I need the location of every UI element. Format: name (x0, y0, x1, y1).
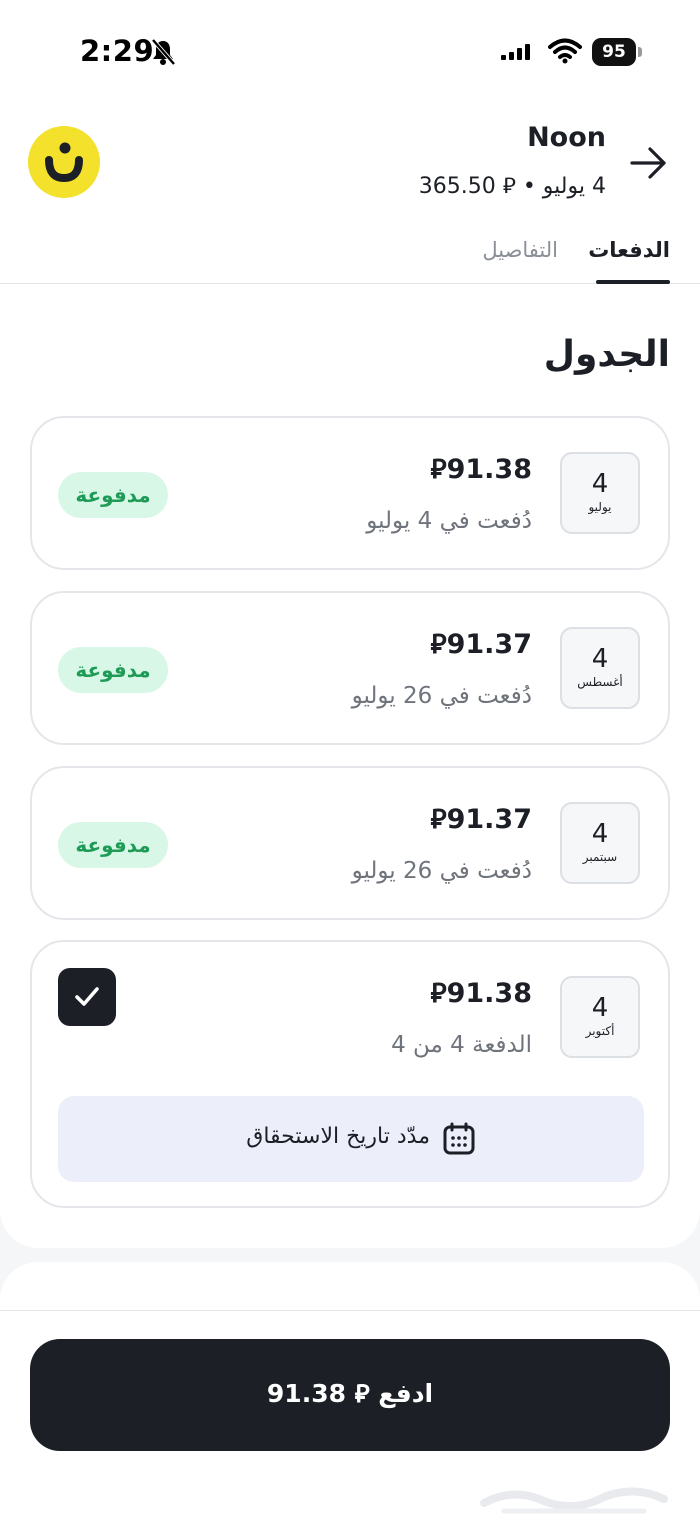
back-arrow-icon[interactable] (628, 142, 670, 184)
checkmark-icon (75, 987, 99, 1006)
bottom-action-bar: ادفع ⃁ 91.38 (0, 1310, 700, 1518)
date-day: 4 (591, 469, 609, 499)
installment-amount: ⃁91.38 (430, 454, 532, 485)
order-summary: 4 يوليو • ⃁ 365.50 (418, 174, 606, 199)
cellular-signal-icon (501, 44, 530, 60)
battery-tip (638, 47, 642, 57)
date-box: 4 أكتوبر (560, 976, 640, 1058)
page-title: الجدول (543, 334, 670, 375)
installment-card: 4 يوليو ⃁91.38 دُفعت في 4 يوليو مدفوعة (30, 416, 670, 570)
tab-details[interactable]: التفاصيل (482, 238, 558, 262)
installment-status-text: دُفعت في 26 يوليو (351, 683, 532, 709)
date-box: 4 يوليو (560, 452, 640, 534)
extend-due-date-button[interactable]: مدّد تاريخ الاستحقاق (58, 1096, 644, 1182)
status-badge: مدفوعة (58, 647, 168, 693)
status-bar: 2:29 95 (0, 0, 700, 100)
battery-level: 95 (592, 38, 636, 66)
installment-amount: ⃁91.37 (430, 629, 532, 660)
merchant-logo (28, 126, 100, 198)
date-day: 4 (591, 993, 609, 1023)
installment-card: 4 أكتوبر ⃁91.38 الدفعة 4 من 4 مدّد تاريخ… (30, 940, 670, 1208)
installment-amount: ⃁91.37 (430, 804, 532, 835)
calendar-icon (443, 1122, 475, 1155)
installment-checkbox[interactable] (58, 968, 116, 1026)
installment-card: 4 سبتمبر ⃁91.37 دُفعت في 26 يوليو مدفوعة (30, 766, 670, 920)
date-month: أكتوبر (585, 1024, 615, 1038)
watermark-logo (480, 1487, 668, 1514)
date-month: أغسطس (577, 675, 623, 689)
merchant-name: Noon (527, 122, 606, 153)
tab-payments[interactable]: الدفعات (588, 238, 670, 262)
pay-button[interactable]: ادفع ⃁ 91.38 (30, 1339, 670, 1451)
noon-logo-icon (45, 142, 83, 183)
bell-slash-icon (151, 38, 176, 66)
installment-status-text: دُفعت في 26 يوليو (351, 858, 532, 884)
date-day: 4 (591, 644, 609, 674)
installment-card: 4 أغسطس ⃁91.37 دُفعت في 26 يوليو مدفوعة (30, 591, 670, 745)
installment-status-text: دُفعت في 4 يوليو (366, 508, 532, 534)
date-box: 4 سبتمبر (560, 802, 640, 884)
battery-indicator: 95 (592, 38, 642, 66)
wifi-icon (548, 38, 582, 64)
status-badge: مدفوعة (58, 822, 168, 868)
pay-button-label: ادفع ⃁ 91.38 (266, 1379, 434, 1408)
date-month: يوليو (588, 500, 612, 514)
installment-amount: ⃁91.38 (430, 978, 532, 1009)
extend-due-date-label: مدّد تاريخ الاستحقاق (246, 1124, 430, 1149)
installment-status-text: الدفعة 4 من 4 (391, 1032, 532, 1058)
date-day: 4 (591, 819, 609, 849)
date-month: سبتمبر (582, 850, 618, 864)
status-time: 2:29 (80, 34, 155, 68)
tab-bar: الدفعات التفاصيل (0, 232, 700, 284)
status-badge: مدفوعة (58, 472, 168, 518)
date-box: 4 أغسطس (560, 627, 640, 709)
